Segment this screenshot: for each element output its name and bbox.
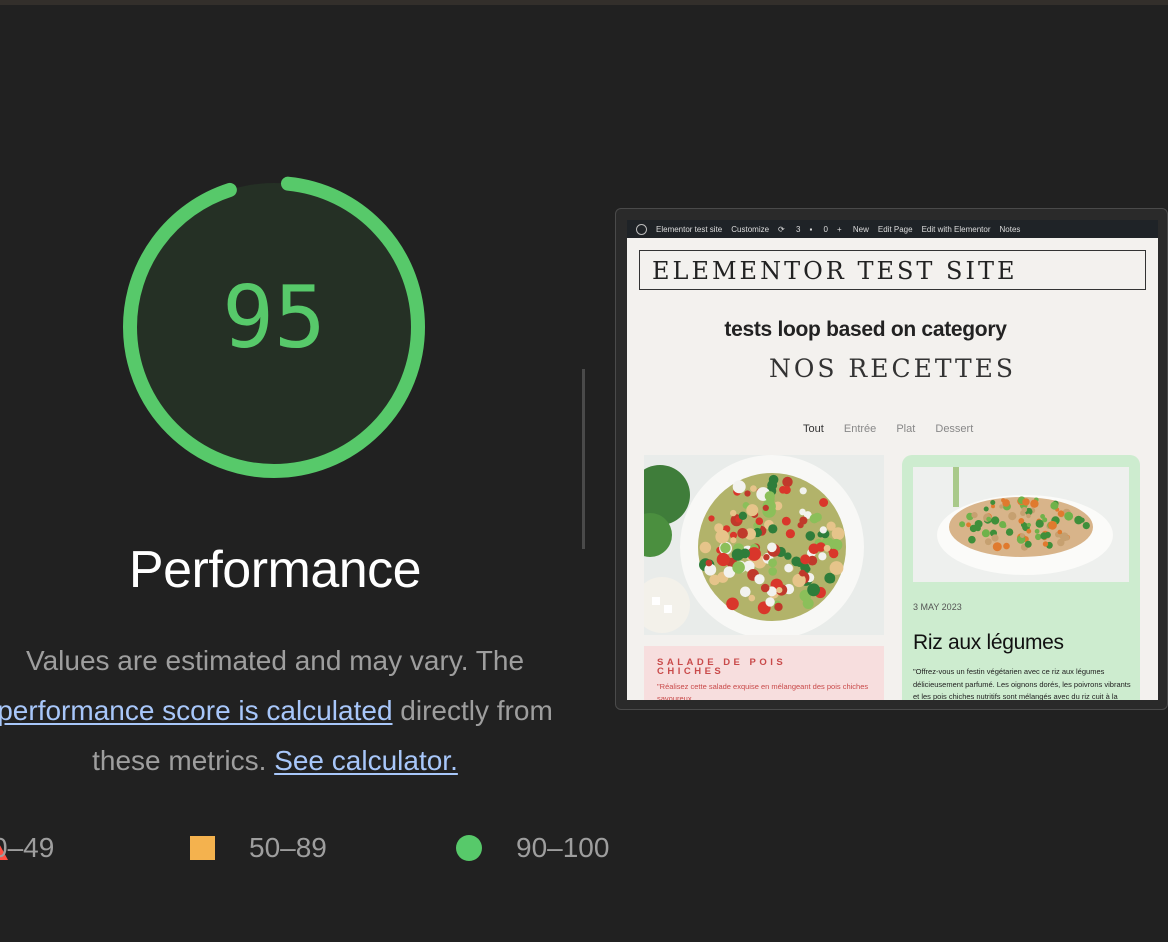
card-salade: SALADE DE POIS CHICHES "Réalisez cette s… xyxy=(644,646,884,700)
filter-entree: Entrée xyxy=(843,423,877,435)
card-riz-title: Riz aux légumes xyxy=(913,631,1064,654)
top-bar xyxy=(0,0,1168,5)
description-line-1: Values are estimated and may vary. The xyxy=(0,636,590,686)
wp-edit-page: Edit Page xyxy=(877,224,913,234)
wp-edit-elementor: Edit with Elementor xyxy=(921,224,991,234)
card-riz: 3 MAY 2023 Riz aux légumes "Offrez-vous … xyxy=(902,455,1140,700)
card-riz-text: "Offrez-vous un festin végétarien avec c… xyxy=(913,667,1131,700)
rice-dish-image xyxy=(913,467,1129,582)
divider xyxy=(582,369,585,549)
description-prefix: Values are estimated and may vary. The xyxy=(25,645,525,676)
wordpress-icon xyxy=(636,223,647,235)
card-salade-text: "Réalisez cette salade exquise en mélang… xyxy=(657,682,869,700)
description-line-2: performance score is calculated directly… xyxy=(0,686,590,736)
score-value: 95 xyxy=(222,268,326,368)
filter-tout: Tout xyxy=(803,423,824,435)
legend-good-label: 90–100 xyxy=(516,832,610,863)
score-description: Values are estimated and may vary. The p… xyxy=(0,636,590,736)
filter-plat: Plat xyxy=(896,423,916,435)
card-riz-date: 3 MAY 2023 xyxy=(913,602,962,612)
wp-notes: Notes xyxy=(999,224,1021,234)
page-screenshot[interactable]: Elementor test site Customize ⟳ 3 ▪ 0 + … xyxy=(615,208,1168,710)
wp-updates-count: 3 xyxy=(795,224,801,234)
wp-admin-bar: Elementor test site Customize ⟳ 3 ▪ 0 + … xyxy=(627,220,1158,238)
wp-site-name: Elementor test site xyxy=(656,224,723,234)
description-middle-end: these metrics. xyxy=(92,745,275,776)
category-title: Performance xyxy=(128,541,422,599)
legend-average-label: 50–89 xyxy=(249,832,327,863)
screenshot-content: Elementor test site Customize ⟳ 3 ▪ 0 + … xyxy=(627,220,1158,700)
filter-dessert: Dessert xyxy=(935,423,974,435)
wp-comments-count: 0 xyxy=(823,224,828,234)
site-title: ELEMENTOR TEST SITE xyxy=(652,257,1018,285)
wp-new: + New xyxy=(836,224,869,234)
page-heading: tests loop based on category xyxy=(724,318,1007,341)
wp-updates: ⟳ 3 xyxy=(778,224,801,234)
chickpea-salad-image xyxy=(644,455,884,635)
average-square-icon xyxy=(190,836,215,860)
site-title-box: ELEMENTOR TEST SITE xyxy=(639,250,1146,290)
category-filters: Tout Entrée Plat Dessert xyxy=(803,423,990,435)
description-middle: directly from xyxy=(392,695,553,726)
section-title: NOS RECETTES xyxy=(768,354,1017,383)
wp-customize: Customize xyxy=(731,224,770,234)
wp-new-label: New xyxy=(852,224,869,234)
wp-comments: ▪ 0 xyxy=(809,224,828,234)
score-calculated-link[interactable]: performance score is calculated xyxy=(0,695,393,726)
good-circle-icon xyxy=(456,835,482,861)
card-salade-title: SALADE DE POIS CHICHES xyxy=(657,657,787,677)
legend-poor-label: 0–49 xyxy=(0,832,55,863)
description-line-3: these metrics. See calculator. xyxy=(0,736,590,786)
see-calculator-link[interactable]: See calculator. xyxy=(274,745,458,776)
